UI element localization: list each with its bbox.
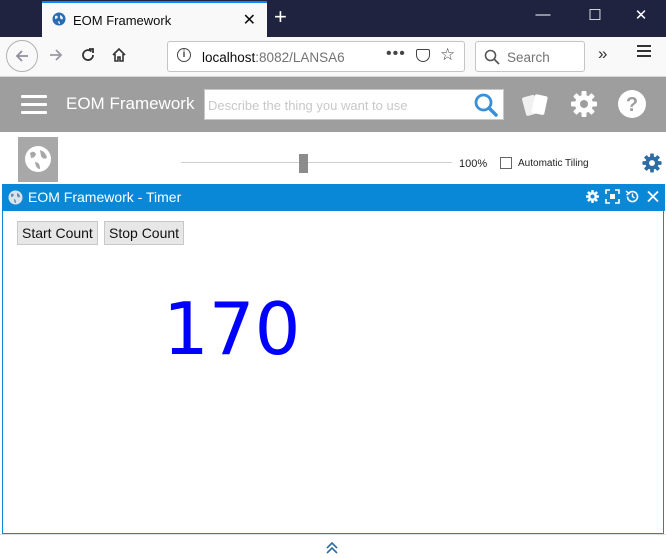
help-icon[interactable]: ?	[617, 89, 647, 119]
zoom-label: 100%	[459, 158, 488, 170]
zoom-slider-thumb[interactable]	[299, 154, 308, 173]
automatic-tiling-label: Automatic Tiling	[518, 158, 589, 169]
arrow-left-icon	[15, 50, 28, 62]
panel-settings-icon[interactable]	[585, 189, 600, 204]
panel-history-icon[interactable]	[625, 189, 640, 204]
url-host: localhost	[202, 50, 256, 65]
arrow-right-icon	[50, 49, 63, 61]
tab-title: EOM Framework	[73, 13, 172, 28]
cards-icon[interactable]	[521, 91, 551, 119]
reload-button[interactable]	[76, 45, 100, 69]
url-text[interactable]: localhost:8082/LANSA6	[202, 50, 352, 65]
globe-icon	[25, 146, 51, 172]
forward-button[interactable]	[44, 45, 68, 69]
svg-text:?: ?	[626, 94, 638, 116]
minimize-button[interactable]: —	[523, 6, 563, 23]
browser-tab-bar: EOM Framework ✕ + — ☐ ✕	[0, 0, 666, 37]
toolbar-overflow-icon[interactable]: »	[598, 44, 607, 64]
search-icon	[484, 49, 500, 65]
home-button[interactable]	[107, 45, 131, 69]
page-actions-icon[interactable]: •••	[386, 45, 406, 63]
settings-gear-icon[interactable]	[569, 89, 599, 119]
start-count-button[interactable]: Start Count	[17, 221, 98, 245]
reload-icon	[82, 48, 94, 61]
app-search-placeholder: Describe the thing you want to use	[208, 98, 408, 113]
bookmark-star-icon[interactable]: ☆	[440, 45, 455, 65]
globe-icon	[52, 12, 66, 26]
maximize-button[interactable]: ☐	[575, 6, 615, 24]
world-button[interactable]	[18, 137, 58, 182]
home-icon	[112, 47, 126, 62]
app-title: EOM Framework	[66, 94, 195, 113]
tab-close-icon[interactable]: ✕	[243, 10, 256, 30]
settings-gear-icon[interactable]	[641, 152, 663, 174]
url-path: :8082/LANSA6	[255, 50, 345, 65]
timer-panel: EOM Framework - Timer Start Count Stop C…	[2, 184, 665, 534]
close-window-button[interactable]: ✕	[621, 6, 661, 24]
new-tab-button[interactable]: +	[274, 5, 287, 29]
panel-close-icon[interactable]	[646, 189, 660, 204]
info-icon[interactable]: i	[177, 48, 191, 62]
globe-icon	[8, 190, 23, 205]
menu-icon[interactable]	[637, 45, 651, 59]
app-search-input[interactable]: Describe the thing you want to use	[204, 89, 504, 120]
automatic-tiling-checkbox[interactable]	[500, 157, 512, 169]
hamburger-menu-icon[interactable]	[21, 95, 47, 115]
view-toolbar: 100% Automatic Tiling	[0, 132, 666, 184]
panel-fullscreen-icon[interactable]	[605, 189, 620, 204]
chevron-up-double-icon[interactable]	[325, 541, 339, 555]
back-button[interactable]	[6, 40, 38, 72]
search-icon[interactable]	[473, 92, 499, 118]
panel-title: EOM Framework - Timer	[28, 189, 182, 205]
browser-nav-bar: i localhost:8082/LANSA6 ••• ☆ Search »	[0, 37, 666, 77]
browser-search-placeholder: Search	[507, 50, 550, 65]
footer-bar	[0, 534, 666, 558]
timer-counter: 170	[163, 287, 301, 371]
pocket-icon[interactable]	[416, 49, 430, 62]
panel-titlebar[interactable]: EOM Framework - Timer	[3, 184, 665, 211]
zoom-slider-track[interactable]	[181, 162, 452, 163]
browser-tab[interactable]: EOM Framework ✕	[42, 1, 267, 37]
browser-search-box[interactable]: Search	[475, 41, 585, 72]
stop-count-button[interactable]: Stop Count	[104, 221, 185, 245]
app-header: EOM Framework Describe the thing you wan…	[0, 77, 666, 132]
url-bar[interactable]: i localhost:8082/LANSA6 ••• ☆	[167, 41, 465, 72]
